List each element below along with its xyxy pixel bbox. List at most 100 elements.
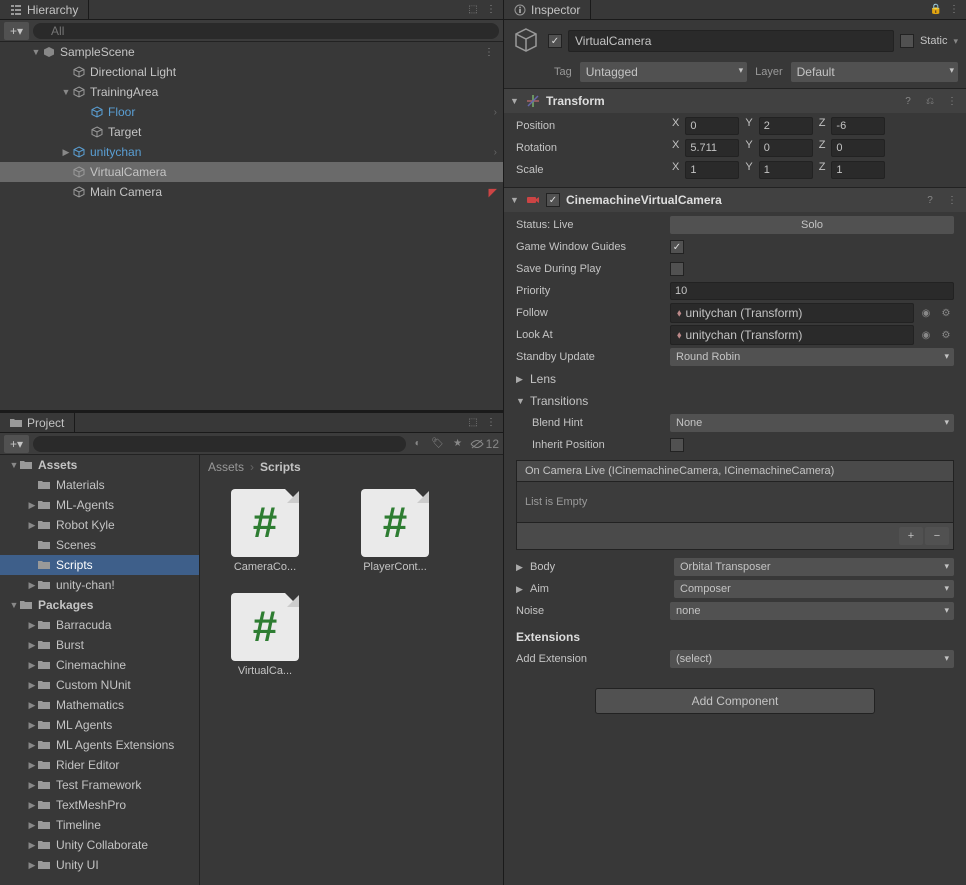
- preset-icon[interactable]: ⎌: [922, 93, 938, 109]
- tag-dropdown[interactable]: Untagged: [580, 62, 747, 82]
- noise-dropdown[interactable]: none: [670, 602, 954, 620]
- hierarchy-item[interactable]: Floor›: [0, 102, 503, 122]
- folder-item[interactable]: ▶ML Agents Extensions: [0, 735, 199, 755]
- position-z-input[interactable]: [831, 117, 885, 135]
- hierarchy-item[interactable]: Main Camera◤: [0, 182, 503, 202]
- folder-item[interactable]: ▶unity-chan!: [0, 575, 199, 595]
- lens-section[interactable]: ▶ Lens: [516, 368, 954, 390]
- breadcrumb-item[interactable]: Assets: [208, 460, 244, 474]
- position-y-input[interactable]: [759, 117, 813, 135]
- filter-label-icon[interactable]: 🏷: [430, 436, 446, 452]
- scale-x-input[interactable]: [685, 161, 739, 179]
- add-button[interactable]: +▾: [4, 435, 29, 453]
- target-icon[interactable]: ◉: [918, 305, 934, 321]
- save-checkbox[interactable]: [670, 262, 684, 276]
- help-icon[interactable]: ?: [900, 93, 916, 109]
- addext-dropdown[interactable]: (select): [670, 650, 954, 668]
- gear-icon[interactable]: ⚙: [938, 305, 954, 321]
- favorite-icon[interactable]: ★: [450, 436, 466, 452]
- rotation-y-input[interactable]: [759, 139, 813, 157]
- folder-item[interactable]: ▼Packages: [0, 595, 199, 615]
- folder-item[interactable]: ▶Rider Editor: [0, 755, 199, 775]
- hierarchy-item[interactable]: Target: [0, 122, 503, 142]
- component-menu-icon[interactable]: ⋮: [944, 93, 960, 109]
- hierarchy-search-input[interactable]: [33, 23, 499, 39]
- folder-item[interactable]: ▶Unity Collaborate: [0, 835, 199, 855]
- guides-checkbox[interactable]: [670, 240, 684, 254]
- body-dropdown[interactable]: Orbital Transposer: [674, 558, 954, 576]
- blendhint-dropdown[interactable]: None: [670, 414, 954, 432]
- folder-item[interactable]: Scenes: [0, 535, 199, 555]
- rotation-x-input[interactable]: [685, 139, 739, 157]
- solo-button[interactable]: Solo: [670, 216, 954, 234]
- add-event-button[interactable]: +: [899, 527, 923, 545]
- folder-item[interactable]: ▶Timeline: [0, 815, 199, 835]
- folder-item[interactable]: Materials: [0, 475, 199, 495]
- panel-menu-icon[interactable]: ⋮: [483, 2, 499, 18]
- panel-maximize-icon[interactable]: ⬚: [465, 415, 481, 431]
- static-dropdown-icon[interactable]: ▾: [953, 36, 958, 47]
- name-input[interactable]: [568, 30, 894, 52]
- hierarchy-item[interactable]: Directional Light: [0, 62, 503, 82]
- vcam-header[interactable]: ▼ CinemachineVirtualCamera ? ⋮: [504, 188, 966, 212]
- folder-item[interactable]: ▶Robot Kyle: [0, 515, 199, 535]
- add-component-button[interactable]: Add Component: [595, 688, 875, 714]
- component-menu-icon[interactable]: ⋮: [944, 192, 960, 208]
- project-search-input[interactable]: [33, 436, 406, 452]
- hierarchy-item[interactable]: VirtualCamera: [0, 162, 503, 182]
- enabled-checkbox[interactable]: [548, 34, 562, 48]
- save-label: Save During Play: [516, 263, 666, 275]
- hierarchy-item-label: TrainingArea: [90, 85, 158, 99]
- hierarchy-item[interactable]: ▼TrainingArea: [0, 82, 503, 102]
- scene-menu-icon[interactable]: ⋮: [481, 44, 497, 60]
- folder-item[interactable]: ▶Cinemachine: [0, 655, 199, 675]
- folder-item[interactable]: ▶Burst: [0, 635, 199, 655]
- transitions-section[interactable]: ▼ Transitions: [516, 390, 954, 412]
- position-x-input[interactable]: [685, 117, 739, 135]
- inspector-tab[interactable]: Inspector: [504, 0, 591, 19]
- scale-y-input[interactable]: [759, 161, 813, 179]
- priority-input[interactable]: [670, 282, 954, 300]
- folder-item[interactable]: ▶Mathematics: [0, 695, 199, 715]
- target-icon[interactable]: ◉: [918, 327, 934, 343]
- lookat-field[interactable]: ⬧unitychan (Transform): [670, 325, 914, 345]
- panel-menu-icon[interactable]: ⋮: [946, 2, 962, 18]
- transform-header[interactable]: ▼ Transform ? ⎌ ⋮: [504, 89, 966, 113]
- asset-item[interactable]: #PlayerCont...: [340, 489, 450, 573]
- hidden-icon[interactable]: 12: [470, 436, 499, 452]
- hierarchy-tab[interactable]: Hierarchy: [0, 0, 89, 19]
- hierarchy-item[interactable]: ▶unitychan›: [0, 142, 503, 162]
- gameobject-icon[interactable]: [512, 26, 542, 56]
- asset-item[interactable]: #VirtualCa...: [210, 593, 320, 677]
- lock-icon[interactable]: 🔒: [928, 2, 944, 18]
- gear-icon[interactable]: ⚙: [938, 327, 954, 343]
- rotation-z-input[interactable]: [831, 139, 885, 157]
- folder-item[interactable]: ▶ML-Agents: [0, 495, 199, 515]
- follow-field[interactable]: ⬧unitychan (Transform): [670, 303, 914, 323]
- scale-z-input[interactable]: [831, 161, 885, 179]
- folder-item[interactable]: ▼Assets: [0, 455, 199, 475]
- panel-maximize-icon[interactable]: ⬚: [465, 2, 481, 18]
- remove-event-button[interactable]: −: [925, 527, 949, 545]
- folder-item[interactable]: ▶Unity UI: [0, 855, 199, 875]
- layer-dropdown[interactable]: Default: [791, 62, 958, 82]
- vcam-enabled-checkbox[interactable]: [546, 193, 560, 207]
- hierarchy-item[interactable]: ▼SampleScene⋮: [0, 42, 503, 62]
- filter-type-icon[interactable]: ◐: [410, 436, 426, 452]
- add-button[interactable]: +▾: [4, 22, 29, 40]
- asset-item[interactable]: #CameraCo...: [210, 489, 320, 573]
- folder-item[interactable]: ▶ML Agents: [0, 715, 199, 735]
- folder-item[interactable]: ▶Barracuda: [0, 615, 199, 635]
- panel-menu-icon[interactable]: ⋮: [483, 415, 499, 431]
- inherit-checkbox[interactable]: [670, 438, 684, 452]
- folder-item[interactable]: Scripts: [0, 555, 199, 575]
- folder-item[interactable]: ▶Custom NUnit: [0, 675, 199, 695]
- folder-item[interactable]: ▶TextMeshPro: [0, 795, 199, 815]
- aim-dropdown[interactable]: Composer: [674, 580, 954, 598]
- project-tab[interactable]: Project: [0, 413, 75, 432]
- breadcrumb-item[interactable]: Scripts: [260, 460, 301, 474]
- folder-item[interactable]: ▶Test Framework: [0, 775, 199, 795]
- static-checkbox[interactable]: [900, 34, 914, 48]
- standby-dropdown[interactable]: Round Robin: [670, 348, 954, 366]
- help-icon[interactable]: ?: [922, 192, 938, 208]
